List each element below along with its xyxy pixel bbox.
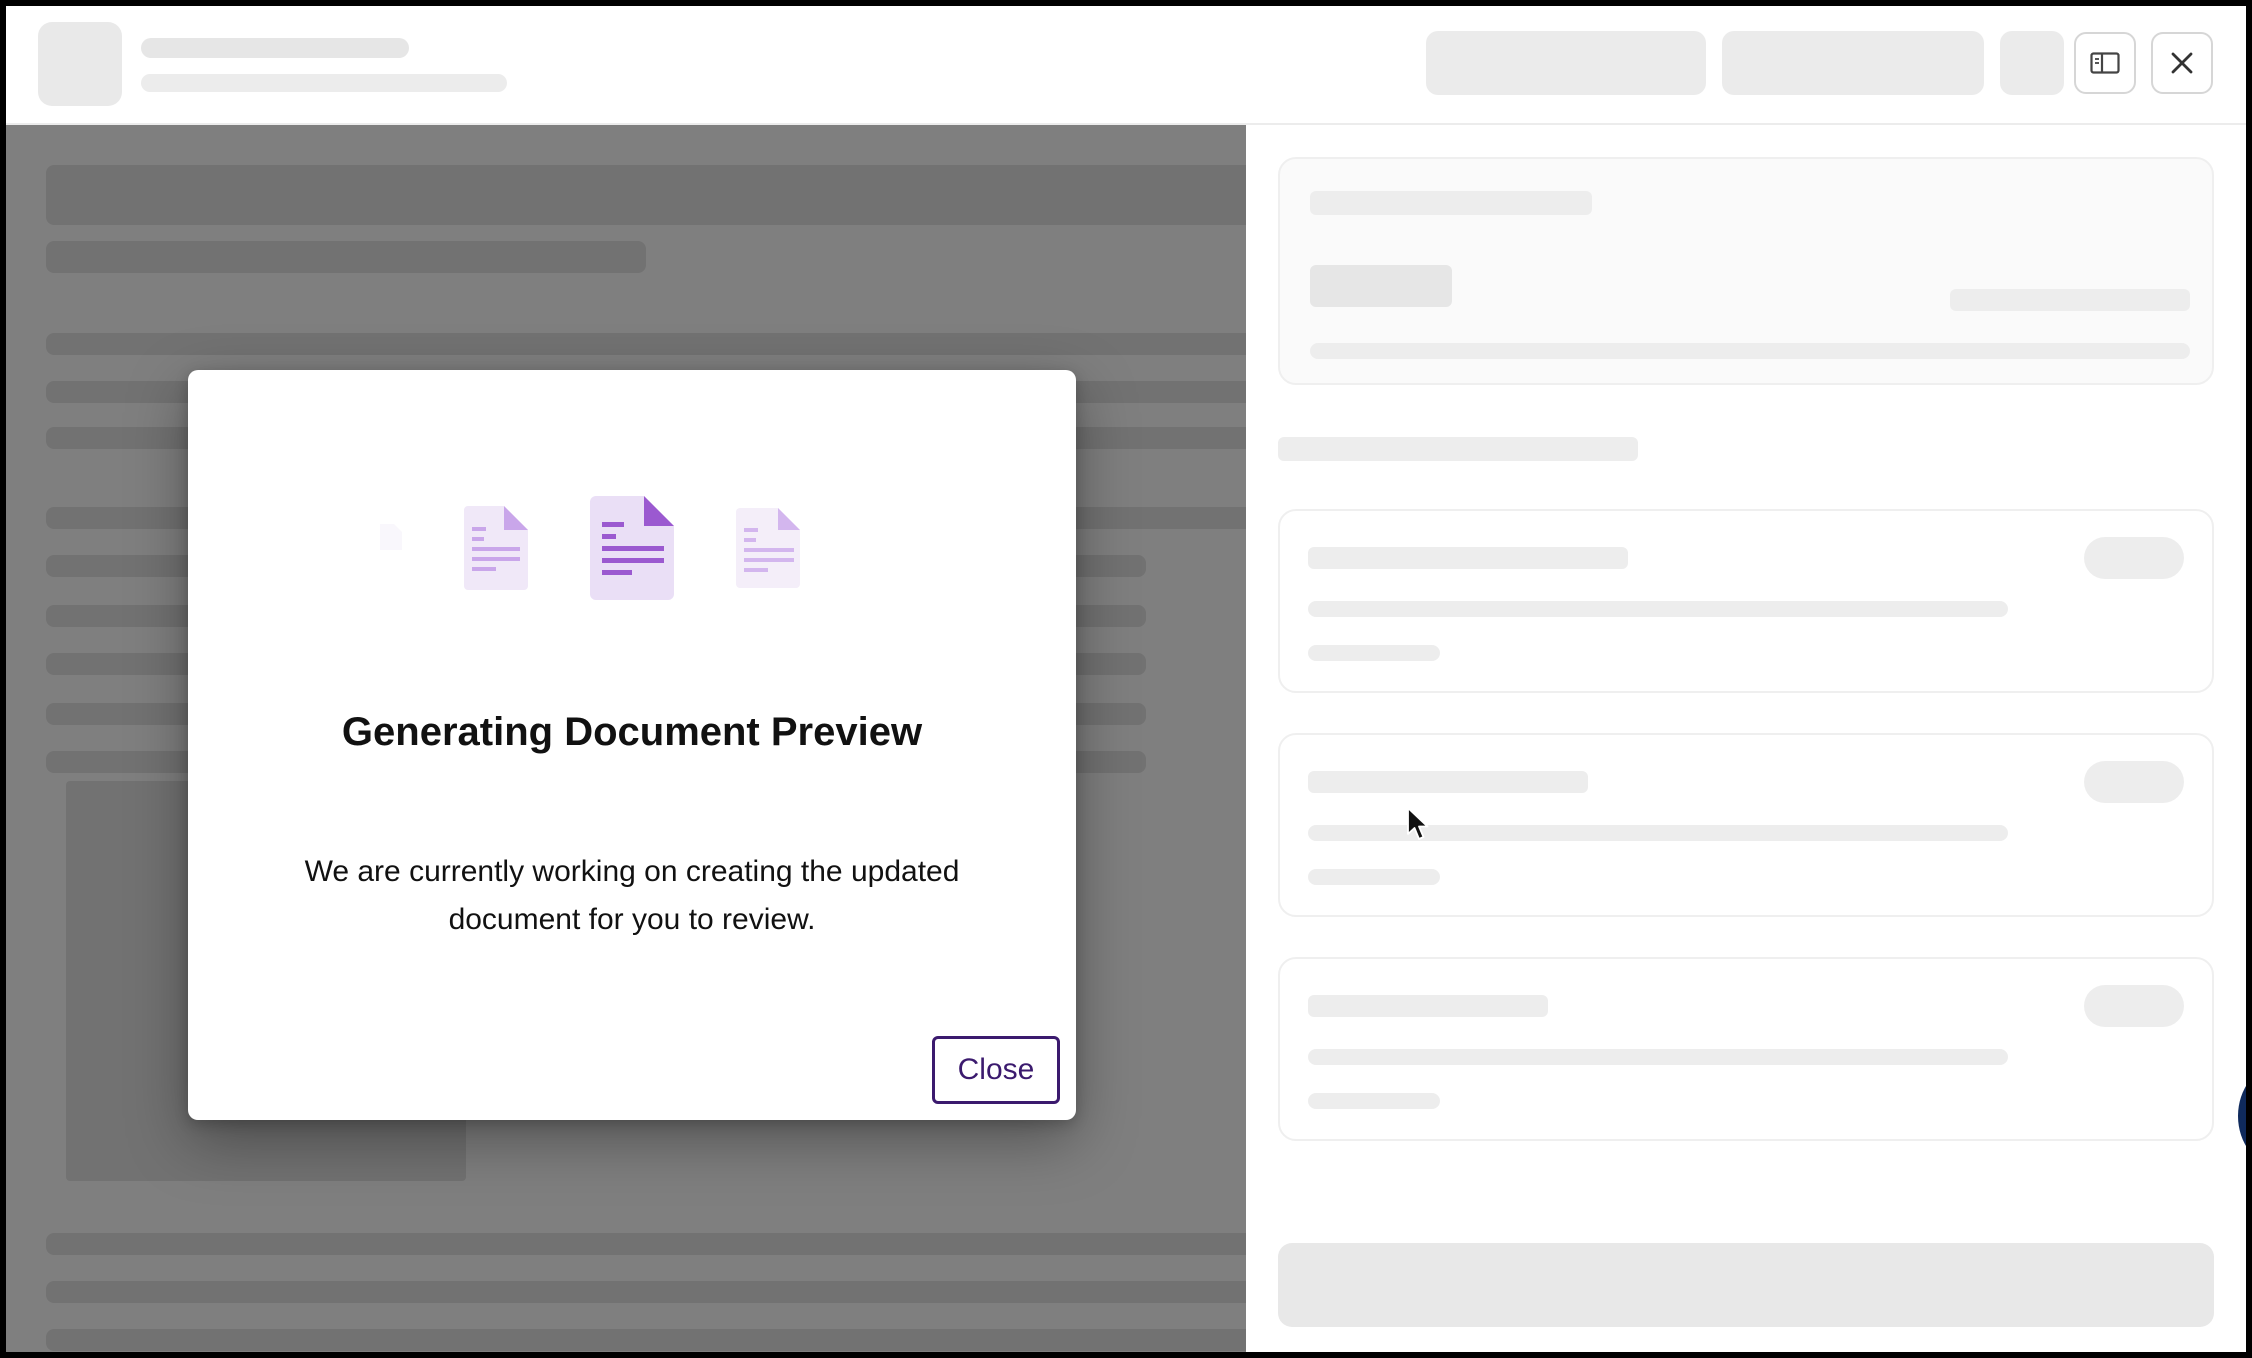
summary-card <box>1278 157 2214 385</box>
list-card[interactable] <box>1278 957 2214 1141</box>
modal-message: We are currently working on creating the… <box>304 855 960 936</box>
generating-preview-modal: Generating Document Preview We are curre… <box>188 370 1076 1120</box>
document-icons-illustration <box>380 496 800 600</box>
card-title-placeholder <box>1308 995 1548 1017</box>
document-viewer-window: Generating Document Preview We are curre… <box>6 6 2246 1352</box>
document-icon-small-left <box>464 506 528 590</box>
primary-action-placeholder[interactable] <box>1278 1243 2214 1327</box>
summary-bar-placeholder <box>1310 343 2190 359</box>
logo-placeholder <box>38 22 122 106</box>
close-button[interactable]: Close <box>932 1036 1060 1104</box>
modal-title: Generating Document Preview <box>341 710 923 754</box>
panel-toggle-icon <box>2090 52 2120 74</box>
section-heading-placeholder <box>1278 437 1638 461</box>
document-icon-small-right <box>736 508 800 588</box>
document-icon-main <box>590 496 674 600</box>
action-button-placeholder-3[interactable] <box>2000 31 2064 95</box>
panel-toggle-button[interactable] <box>2074 32 2136 94</box>
summary-meta-placeholder <box>1950 289 2190 311</box>
faint-document-icon <box>380 524 402 550</box>
card-badge-placeholder <box>2084 985 2184 1027</box>
card-title-placeholder <box>1308 771 1588 793</box>
summary-value-placeholder <box>1310 265 1452 307</box>
card-meta-placeholder <box>1308 645 1440 661</box>
details-side-panel <box>1246 125 2246 1352</box>
card-meta-placeholder <box>1308 1093 1440 1109</box>
close-icon <box>2171 52 2193 74</box>
mouse-cursor-icon <box>1407 807 1429 840</box>
subtitle-placeholder <box>141 74 507 92</box>
title-placeholder <box>141 38 409 58</box>
action-button-placeholder-1[interactable] <box>1426 31 1706 95</box>
card-title-placeholder <box>1308 547 1628 569</box>
summary-title-placeholder <box>1310 191 1592 215</box>
card-line-placeholder <box>1308 601 2008 617</box>
list-card[interactable] <box>1278 509 2214 693</box>
header-bar <box>6 6 2246 125</box>
card-meta-placeholder <box>1308 869 1440 885</box>
card-badge-placeholder <box>2084 537 2184 579</box>
card-line-placeholder <box>1308 1049 2008 1065</box>
card-badge-placeholder <box>2084 761 2184 803</box>
close-panel-button[interactable] <box>2151 32 2213 94</box>
action-button-placeholder-2[interactable] <box>1722 31 1984 95</box>
